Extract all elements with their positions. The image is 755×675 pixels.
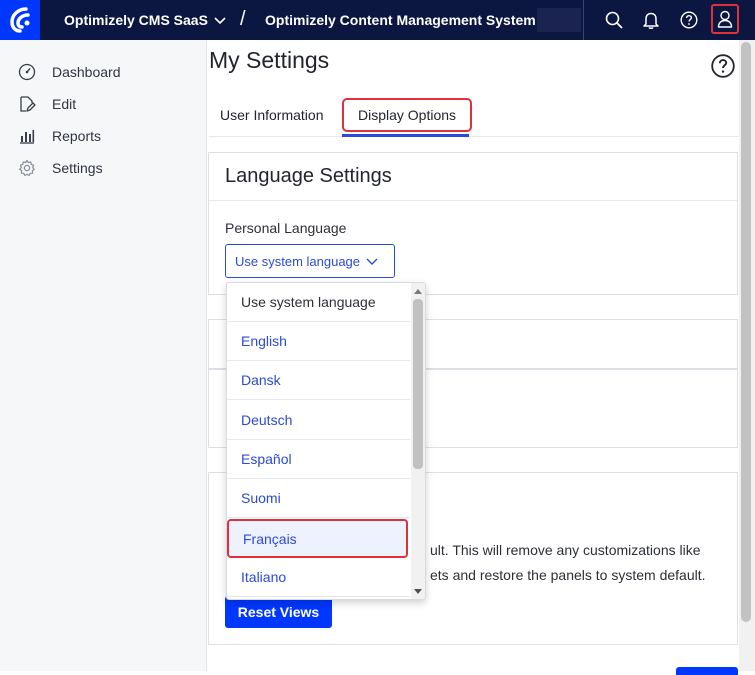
sidebar-item-settings[interactable]: Settings: [17, 156, 103, 180]
dropdown-option[interactable]: Español: [227, 440, 410, 479]
dropdown-option[interactable]: English: [227, 322, 410, 361]
top-bar: Optimizely CMS SaaS / Optimizely Content…: [0, 0, 755, 40]
dropdown-scrollbar-thumb[interactable]: [413, 299, 423, 469]
product-name: Optimizely CMS SaaS: [64, 12, 208, 28]
reset-description: ult. This will remove any customizations…: [430, 542, 701, 558]
reset-views-button[interactable]: Reset Views: [225, 596, 332, 628]
help-icon[interactable]: [711, 54, 735, 78]
save-button[interactable]: [676, 667, 738, 675]
app-title: Optimizely Content Management System: [265, 12, 536, 28]
logo-icon[interactable]: [0, 0, 40, 40]
breadcrumb-separator: /: [240, 8, 246, 30]
edit-icon: [17, 94, 37, 114]
sidebar-item-label: Reports: [52, 128, 102, 144]
user-icon[interactable]: [711, 4, 739, 34]
dropdown-option[interactable]: Suomi: [227, 479, 410, 518]
dropdown-option[interactable]: Dansk: [227, 361, 410, 400]
dropdown-option-highlighted[interactable]: Français: [227, 519, 408, 558]
selected-value: Use system language: [235, 253, 361, 269]
sidebar-item-label: Dashboard: [52, 64, 121, 80]
tabs-divider: [209, 136, 739, 137]
chevron-down-icon: [214, 12, 226, 28]
reports-icon: [17, 126, 37, 146]
redacted-block: [537, 8, 581, 32]
sidebar-item-edit[interactable]: Edit: [17, 92, 76, 116]
page-scrollbar-thumb[interactable]: [741, 42, 751, 622]
help-icon[interactable]: [677, 8, 701, 32]
reset-description: ets and restore the panels to system def…: [430, 567, 706, 583]
dropdown-option[interactable]: Italiano: [227, 558, 410, 597]
section-title: Language Settings: [225, 165, 392, 187]
sidebar-item-label: Edit: [52, 96, 77, 112]
personal-language-select[interactable]: Use system language: [225, 244, 395, 278]
tab-user-information[interactable]: User Information: [220, 98, 323, 132]
sidebar-item-dashboard[interactable]: Dashboard: [17, 60, 121, 84]
sidebar-item-reports[interactable]: Reports: [17, 124, 101, 148]
tab-display-options[interactable]: Display Options: [342, 98, 472, 132]
language-dropdown[interactable]: Use system language English Dansk Deutsc…: [226, 282, 426, 600]
active-tab-indicator: [342, 134, 469, 137]
page-title: My Settings: [209, 47, 330, 73]
product-switcher[interactable]: Optimizely CMS SaaS: [64, 0, 226, 40]
personal-language-label: Personal Language: [225, 220, 347, 236]
settings-icon: [17, 158, 37, 178]
dropdown-option[interactable]: Use system language: [227, 283, 410, 322]
search-icon[interactable]: [602, 8, 626, 32]
bell-icon[interactable]: [639, 8, 663, 32]
dashboard-icon: [17, 62, 37, 82]
scroll-down-icon[interactable]: [413, 587, 423, 597]
section-divider: [209, 200, 737, 201]
scroll-up-icon[interactable]: [413, 286, 423, 296]
sidebar-item-label: Settings: [52, 160, 103, 176]
chevron-down-icon: [366, 254, 378, 269]
dropdown-option[interactable]: Deutsch: [227, 401, 410, 440]
topbar-divider: [583, 0, 584, 40]
